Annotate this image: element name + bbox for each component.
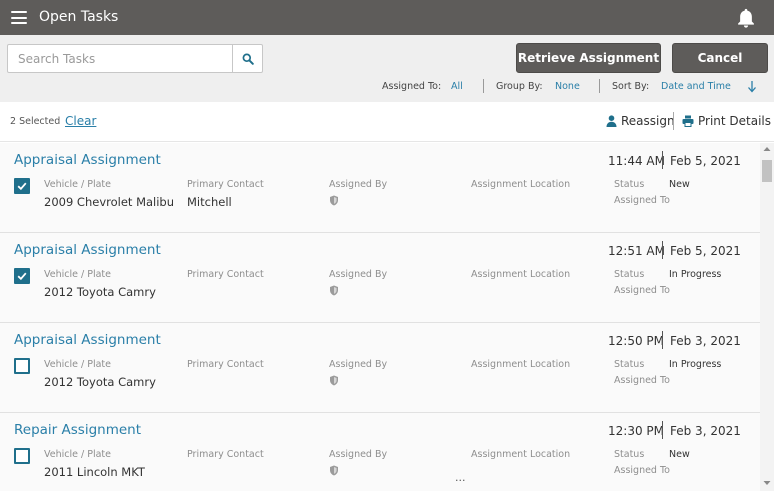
scroll-up-icon[interactable] [763,146,771,152]
group-by-select[interactable]: None [555,81,580,92]
vehicle-label: Vehicle / Plate [44,449,111,460]
shield-icon [330,285,338,296]
sort-by-label: Sort By: [612,81,650,92]
vehicle-value: 2012 Toyota Camry [44,285,156,299]
task-date: Feb 3, 2021 [670,424,741,438]
search-icon [242,53,254,65]
assigned-by-label: Assigned By [329,179,388,190]
task-card[interactable]: Repair Assignment 12:30 PM Feb 3, 2021 V… [0,413,760,491]
primary-contact-label: Primary Contact [187,449,264,460]
divider [483,79,484,93]
primary-contact-label: Primary Contact [187,179,264,190]
search-button[interactable] [232,44,263,73]
status-label: Status [614,179,645,190]
cancel-button[interactable]: Cancel [672,43,768,73]
status-value: New [669,449,690,460]
assignment-location-label: Assignment Location [471,179,571,190]
print-details-label: Print Details [698,114,772,128]
divider [662,241,663,259]
assigned-to-label: Assigned To [614,375,670,386]
assigned-to-label: Assigned To: [382,81,442,92]
task-card[interactable]: Appraisal Assignment 12:51 AM Feb 5, 202… [0,233,760,323]
assigned-to-label: Assigned To [614,195,670,206]
task-date: Feb 5, 2021 [670,154,741,168]
vehicle-label: Vehicle / Plate [44,179,111,190]
search-input[interactable] [8,45,232,72]
shield-icon [330,375,338,386]
task-date: Feb 3, 2021 [670,334,741,348]
task-time: 12:51 AM [608,244,665,258]
assignment-location-label: Assignment Location [471,269,571,280]
page-title: Open Tasks [39,9,119,25]
assigned-by-label: Assigned By [329,449,388,460]
shield-icon [330,195,338,206]
retrieve-assignment-button[interactable]: Retrieve Assignment [516,43,661,73]
assigned-to-label: Assigned To [614,285,670,296]
vehicle-value: 2012 Toyota Camry [44,375,156,389]
clear-selection-link[interactable]: Clear [65,114,96,128]
status-value: In Progress [669,269,722,280]
task-title[interactable]: Appraisal Assignment [14,242,161,258]
reassign-label: Reassign [621,114,675,128]
task-title[interactable]: Appraisal Assignment [14,152,161,168]
primary-contact-label: Primary Contact [187,359,264,370]
divider [662,331,663,349]
task-title[interactable]: Appraisal Assignment [14,332,161,348]
task-card[interactable]: Appraisal Assignment 12:50 PM Feb 3, 202… [0,323,760,413]
task-checkbox[interactable] [14,358,30,374]
task-date: Feb 5, 2021 [670,244,741,258]
status-value: New [669,179,690,190]
primary-contact-value: Mitchell [187,195,232,209]
task-list: Appraisal Assignment 11:44 AM Feb 5, 202… [0,143,760,491]
filter-panel: Retrieve Assignment Cancel Assigned To: … [0,35,774,102]
task-time: 12:30 PM [608,424,664,438]
divider [599,79,600,93]
group-by-label: Group By: [496,81,543,92]
scrollbar[interactable] [760,143,774,491]
shield-icon [330,465,338,476]
selected-count: 2 Selected [10,116,61,127]
assigned-to-label: Assigned To [614,465,670,476]
vehicle-value: 2011 Lincoln MKT [44,465,145,479]
print-details-button[interactable]: Print Details [682,114,771,128]
check-icon [17,182,27,191]
task-card[interactable]: Appraisal Assignment 11:44 AM Feb 5, 202… [0,143,760,233]
task-title[interactable]: Repair Assignment [14,422,141,438]
location-value: ... [455,471,466,484]
primary-contact-label: Primary Contact [187,269,264,280]
assignment-location-label: Assignment Location [471,449,571,460]
status-label: Status [614,269,645,280]
status-value: In Progress [669,359,722,370]
status-label: Status [614,449,645,460]
app-header: Open Tasks [0,0,774,35]
printer-icon [682,115,694,127]
reassign-button[interactable]: Reassign [606,114,675,128]
task-time: 11:44 AM [608,154,665,168]
divider [662,151,663,169]
divider [662,421,663,439]
scroll-thumb[interactable] [762,160,772,182]
vehicle-value: 2009 Chevrolet Malibu [44,195,175,209]
vehicle-label: Vehicle / Plate [44,269,111,280]
sort-by-select[interactable]: Date and Time [661,81,731,92]
task-checkbox[interactable] [14,448,30,464]
task-time: 12:50 PM [608,334,664,348]
bell-icon[interactable] [735,7,757,29]
assignment-location-label: Assignment Location [471,359,571,370]
assigned-by-label: Assigned By [329,359,388,370]
scroll-down-icon[interactable] [763,480,771,486]
sort-arrow-down-icon[interactable] [747,80,757,93]
selection-bar: 2 Selected Clear Reassign Print Details [0,102,774,142]
task-checkbox[interactable] [14,178,30,194]
menu-icon[interactable] [11,11,27,24]
search-field[interactable] [7,44,233,73]
check-icon [17,272,27,281]
divider [673,112,674,130]
person-icon [606,115,617,127]
vehicle-label: Vehicle / Plate [44,359,111,370]
assigned-to-select[interactable]: All [451,81,463,92]
assigned-by-label: Assigned By [329,269,388,280]
status-label: Status [614,359,645,370]
task-checkbox[interactable] [14,268,30,284]
